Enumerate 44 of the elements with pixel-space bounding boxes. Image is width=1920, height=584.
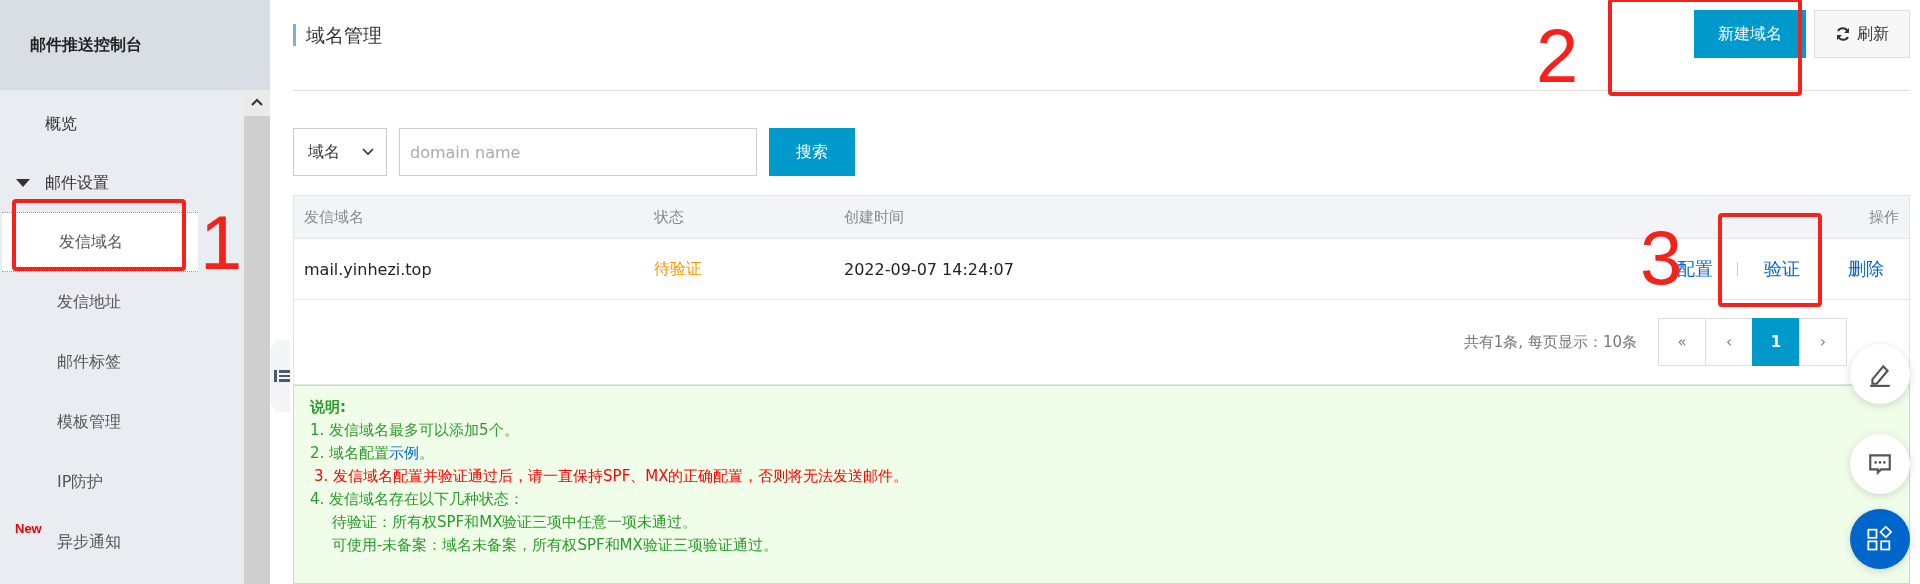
new-label: New bbox=[14, 520, 43, 536]
note-line: 3. 发信域名配置并验证通过后，请一直保持SPF、MX的正确配置，否则将无法发送邮件。 bbox=[313, 466, 909, 487]
sidebar-item[interactable]: IP防护 bbox=[0, 452, 244, 512]
chevron-down-icon bbox=[362, 148, 374, 156]
column-header: 状态 bbox=[654, 207, 685, 227]
chat-icon bbox=[1867, 451, 1893, 477]
column-header: 操作 bbox=[1869, 207, 1899, 227]
sidebar-item[interactable]: 异步通知 bbox=[57, 512, 244, 572]
note-line: 4. 发信域名存在以下几种状态： bbox=[310, 489, 525, 510]
edit-button[interactable] bbox=[1850, 344, 1910, 404]
note-line: 2. 域名配置示例。 bbox=[310, 443, 435, 464]
refresh-button[interactable]: 刷新 bbox=[1814, 10, 1910, 58]
note-line: 待验证：所有权SPF和MX验证三项中任意一项未通过。 bbox=[331, 512, 698, 533]
status-text: 待验证 bbox=[654, 258, 703, 280]
search-field[interactable]: domain name bbox=[399, 128, 757, 176]
field-select[interactable]: 域名 bbox=[293, 128, 387, 176]
page-title: 域名管理 bbox=[293, 24, 382, 46]
collapse-icon bbox=[274, 368, 290, 384]
apps-icon bbox=[1866, 525, 1894, 553]
note-line: 可使用-未备案：域名未备案，所有权SPF和MX验证三项验证通过。 bbox=[331, 535, 778, 556]
column-header: 发信域名 bbox=[304, 207, 365, 227]
refresh-icon bbox=[1835, 26, 1851, 42]
sidebar-item[interactable]: 模板管理 bbox=[0, 392, 244, 452]
table-cell-text: mail.yinhezi.top bbox=[304, 259, 433, 279]
sidebar-item[interactable]: 邮件标签 bbox=[0, 332, 244, 392]
console-title: 邮件推送控制台 bbox=[30, 34, 142, 56]
action-link[interactable]: 验证 bbox=[1764, 257, 1800, 281]
caret-icon bbox=[16, 179, 30, 187]
page-button[interactable]: ‹ bbox=[1705, 318, 1753, 366]
example-link[interactable]: 示例 bbox=[389, 444, 420, 462]
annotation-number: 2 bbox=[1536, 18, 1579, 94]
collapse-handle[interactable] bbox=[270, 340, 290, 412]
page-button[interactable]: « bbox=[1658, 318, 1706, 366]
sidebar-item[interactable]: 概览 bbox=[0, 94, 244, 154]
sidebar-item[interactable]: 发信域名 bbox=[2, 212, 198, 272]
page-summary: 共有1条, 每页显示：10条 bbox=[1463, 332, 1637, 352]
action-link[interactable]: 删除 bbox=[1848, 257, 1884, 281]
scroll-up-icon[interactable] bbox=[251, 98, 263, 106]
note-line: 1. 发信域名最多可以添加5个。 bbox=[310, 420, 519, 441]
column-header: 创建时间 bbox=[844, 207, 905, 227]
table-cell-text: 2022-09-07 14:24:07 bbox=[844, 259, 1015, 279]
scrollbar[interactable] bbox=[244, 90, 270, 584]
page-button[interactable]: › bbox=[1799, 318, 1847, 366]
notes-title: 说明: bbox=[310, 397, 347, 418]
